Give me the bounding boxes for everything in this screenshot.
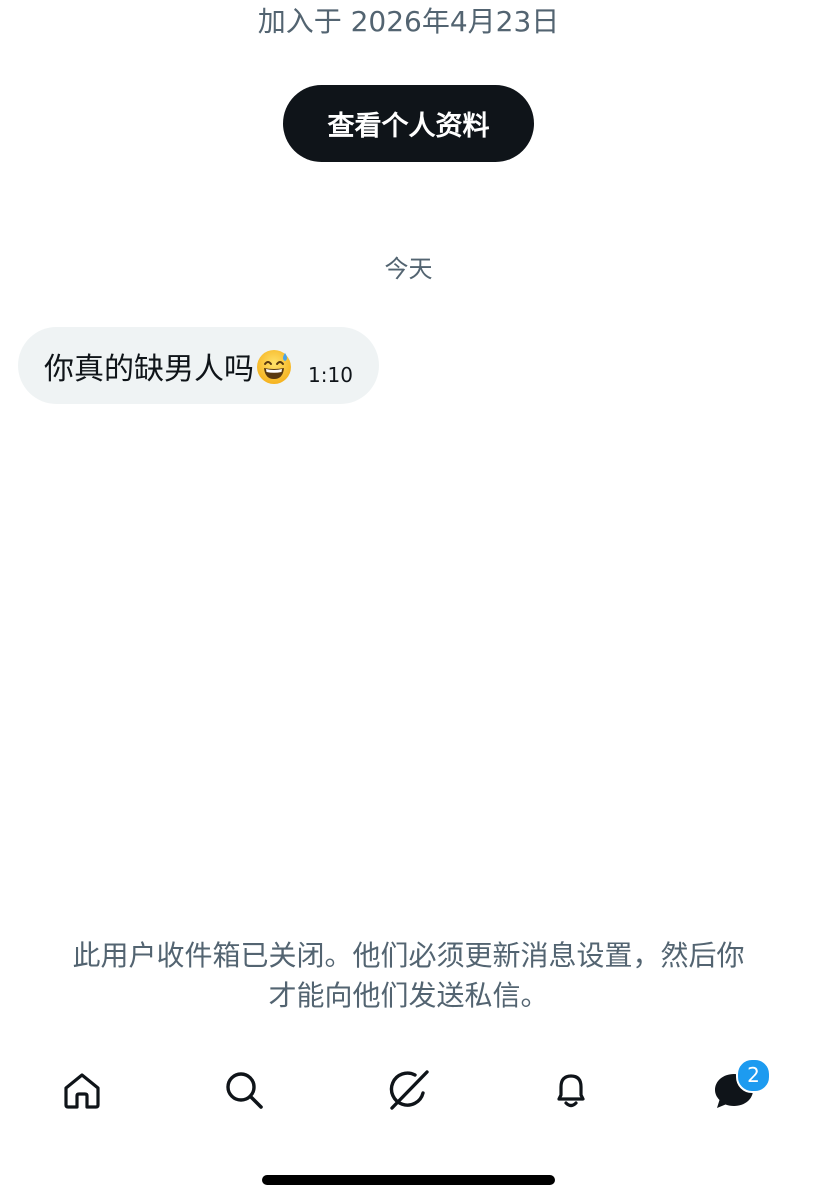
grinning-face-with-sweat-icon (257, 349, 291, 384)
tab-messages[interactable]: 2 (704, 1058, 771, 1120)
notice-line-2: 才能向他们发送私信。 (268, 979, 549, 1012)
view-profile-button[interactable]: 查看个人资料 (283, 85, 534, 162)
message-bubble[interactable]: 你真的缺男人吗 1:10 (18, 327, 379, 404)
bell-icon (557, 1074, 585, 1108)
tab-home[interactable] (52, 1060, 112, 1120)
message-text: 你真的缺男人吗 (44, 344, 292, 388)
tab-notifications[interactable] (541, 1060, 601, 1120)
day-separator: 今天 (384, 255, 433, 283)
home-indicator[interactable] (262, 1175, 555, 1185)
message-time: 1:10 (308, 362, 353, 387)
tab-search[interactable] (214, 1060, 274, 1120)
inbox-closed-notice: 此用户收件箱已关闭。他们必须更新消息设置，然后你 才能向他们发送私信。 (30, 936, 787, 1016)
grok-icon (389, 1070, 429, 1110)
joined-date: 加入于 2026年4月23日 (257, 5, 560, 38)
home-icon (64, 1073, 100, 1109)
unread-badge: 2 (736, 1058, 771, 1093)
notice-line-1: 此用户收件箱已关闭。他们必须更新消息设置，然后你 (72, 939, 745, 972)
bottom-tab-bar: 2 (0, 1058, 817, 1120)
tab-grok[interactable] (378, 1060, 438, 1120)
search-icon (226, 1072, 263, 1109)
